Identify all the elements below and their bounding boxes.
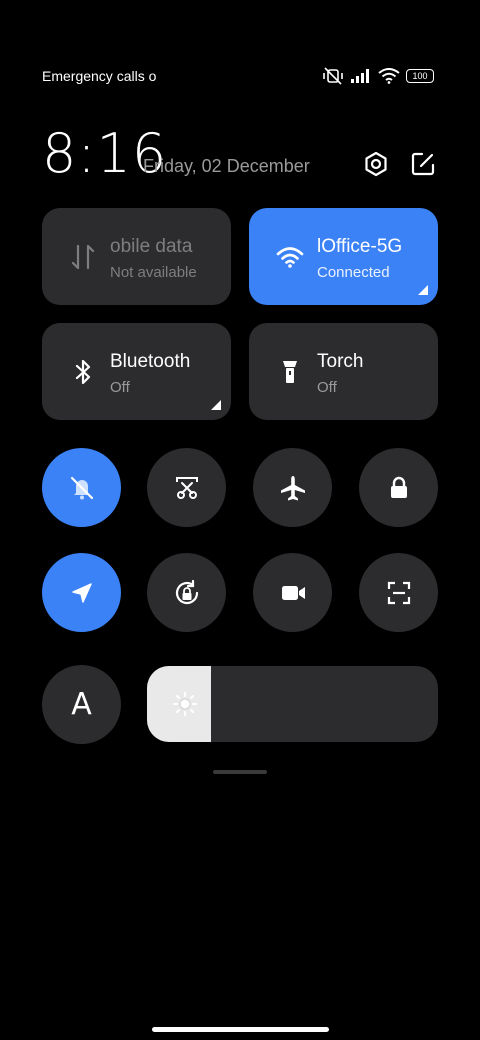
airplane-mode-toggle[interactable] [253,448,332,527]
wifi-status: Connected [317,264,390,281]
edit-icon[interactable] [409,150,437,178]
scanner-toggle[interactable] [359,553,438,632]
torch-icon [283,361,297,383]
mobile-data-subtitle: Not available [110,264,197,281]
date: Friday, 02 December [143,156,310,176]
airplane-icon [280,475,305,500]
panel-handle[interactable] [213,770,267,774]
signal-icon [351,69,369,83]
wifi-tile[interactable]: lOffice-5G Connected [249,208,438,305]
torch-status: Off [317,379,337,396]
torch-title: Torch [317,351,364,372]
font-size-label: A [71,687,92,722]
status-icons: 100 [322,66,434,86]
wifi-status-icon [378,68,400,84]
wifi-expand-indicator[interactable] [418,285,428,295]
rotation-lock-icon [175,579,198,604]
bluetooth-icon [75,359,91,385]
settings-icon[interactable] [362,150,390,178]
wifi-network-name: lOffice-5G [317,236,403,257]
sun-icon [173,692,197,716]
bluetooth-title: Bluetooth [110,351,191,372]
status-carrier-text: Emergency calls o [42,68,157,84]
home-indicator[interactable] [152,1027,329,1032]
video-camera-icon [281,585,305,600]
bluetooth-expand-indicator[interactable] [211,400,221,410]
battery-level: 100 [412,71,428,81]
rotation-lock-toggle[interactable] [147,553,226,632]
brightness-slider[interactable] [147,666,438,742]
screen-recorder-toggle[interactable] [253,553,332,632]
scissors-screenshot-icon [175,476,198,499]
wifi-icon [276,247,304,268]
location-toggle[interactable] [42,553,121,632]
battery-icon: 100 [406,69,434,83]
screenshot-toggle[interactable] [147,448,226,527]
bluetooth-tile[interactable]: Bluetooth Off [42,323,231,420]
font-size-button[interactable]: A [42,665,121,744]
mobile-data-icon [71,244,95,270]
bell-off-icon [70,476,93,499]
mute-toggle[interactable] [42,448,121,527]
vibrate-mute-icon [323,67,343,85]
location-arrow-icon [71,582,92,603]
scan-icon [387,581,410,604]
lock-icon [390,476,407,498]
lock-screen-toggle[interactable] [359,448,438,527]
mobile-data-tile[interactable]: obile data Not available [42,208,231,305]
mobile-data-title: obile data [110,236,193,257]
bluetooth-status: Off [110,379,130,396]
torch-tile[interactable]: Torch Off [249,323,438,420]
